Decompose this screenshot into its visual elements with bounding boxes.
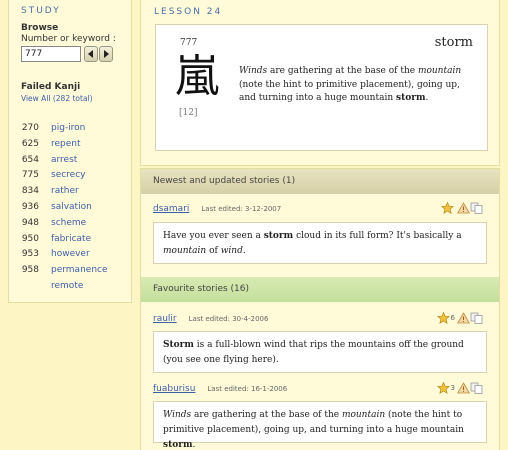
failed-kanji-link[interactable]: arrest xyxy=(51,153,77,169)
story-actions: 6 xyxy=(436,312,483,324)
warning-icon[interactable] xyxy=(457,312,470,324)
failed-kanji-link[interactable]: secrecy xyxy=(51,168,86,184)
frame-number: 777 xyxy=(180,38,198,48)
failed-kanji-number: 948 xyxy=(21,217,39,228)
stories-panel: Newest and updated stories (1) dsamari L… xyxy=(140,168,500,450)
arrow-left-icon xyxy=(88,50,93,58)
story-text: Have you ever seen a storm cloud in its … xyxy=(163,231,462,256)
star-icon[interactable] xyxy=(436,382,450,394)
failed-kanji-number: 834 xyxy=(21,186,39,197)
kanji-keyword: storm xyxy=(434,35,473,50)
warning-icon[interactable] xyxy=(457,382,470,394)
newest-stories-header: Newest and updated stories (1) xyxy=(141,169,499,194)
failed-kanji-number: 625 xyxy=(21,138,39,149)
story-edited-date: Last edited: 30-4-2006 xyxy=(188,315,269,323)
warning-icon[interactable] xyxy=(457,202,470,214)
failed-kanji-list: 270 pig-iron 625 repent 654 arrest 775 secrecy 8… xyxy=(21,121,131,279)
story-author-link[interactable]: dsamari xyxy=(153,204,189,214)
story-box: Winds are gathering at the base of the m… xyxy=(153,401,487,450)
view-all-link[interactable]: View All (282 total) xyxy=(21,94,131,103)
story-edited-date: Last edited: 3-12-2007 xyxy=(201,205,282,213)
number-keyword-label: Number or keyword : xyxy=(21,34,116,44)
failed-kanji-item: 953 however xyxy=(21,247,131,263)
failed-kanji-extra-link[interactable]: remote xyxy=(51,279,131,293)
star-count: 6 xyxy=(450,314,455,322)
story-text: Winds are gathering at the base of the m… xyxy=(163,410,464,450)
lesson-heading: LESSON 24 xyxy=(154,7,223,17)
sidebar-heading: STUDY xyxy=(21,6,61,16)
copy-icon[interactable] xyxy=(470,312,483,324)
star-icon[interactable] xyxy=(441,202,454,214)
story-box: Have you ever seen a storm cloud in its … xyxy=(153,222,487,264)
failed-kanji-item: 625 repent xyxy=(21,137,131,153)
kanji-character: 嵐 xyxy=(175,51,219,102)
failed-kanji-number: 936 xyxy=(21,201,39,212)
failed-kanji-heading: Failed Kanji xyxy=(21,82,81,92)
story-author-link[interactable]: raulir xyxy=(153,314,177,324)
failed-kanji-link[interactable]: permanence xyxy=(51,263,108,279)
copy-icon[interactable] xyxy=(470,382,483,394)
failed-kanji-link[interactable]: fabricate xyxy=(51,232,91,248)
sidebar: STUDY Browse Number or keyword : Failed … xyxy=(8,0,132,303)
failed-kanji-link[interactable]: pig-iron xyxy=(51,121,85,137)
failed-kanji-item: 834 rather xyxy=(21,184,131,200)
failed-kanji-number: 654 xyxy=(21,154,39,165)
story-text: Storm is a full-blown wind that rips the… xyxy=(163,340,464,365)
failed-kanji-link[interactable]: repent xyxy=(51,137,81,153)
story-box: Storm is a full-blown wind that rips the… xyxy=(153,331,487,373)
story-header: raulir Last edited: 30-4-2006 6 xyxy=(153,312,487,324)
arrow-right-icon xyxy=(104,50,109,58)
story-edited-date: Last edited: 16-1-2006 xyxy=(207,385,288,393)
failed-kanji-item: 270 pig-iron xyxy=(21,121,131,137)
story-actions xyxy=(441,202,483,214)
failed-kanji-number: 950 xyxy=(21,233,39,244)
story-actions: 3 xyxy=(436,382,483,394)
kanji-story: Winds are gathering at the base of the m… xyxy=(239,66,462,103)
star-count: 3 xyxy=(450,384,455,392)
failed-kanji-number: 953 xyxy=(21,249,39,260)
next-button[interactable] xyxy=(99,46,113,62)
failed-kanji-item: 948 scheme xyxy=(21,216,131,232)
kanji-card: 777 嵐 [12] storm Winds are gathering at … xyxy=(155,24,488,151)
browse-label: Browse xyxy=(21,23,59,33)
story-header: fuaburisu Last edited: 16-1-2006 3 xyxy=(153,382,487,394)
search-input[interactable] xyxy=(21,46,81,62)
copy-icon[interactable] xyxy=(470,202,483,214)
previous-button[interactable] xyxy=(84,46,98,62)
failed-kanji-link[interactable]: scheme xyxy=(51,216,86,232)
failed-kanji-number: 270 xyxy=(21,123,39,133)
browse-controls xyxy=(21,46,131,62)
failed-kanji-link[interactable]: rather xyxy=(51,184,79,200)
stroke-count: [12] xyxy=(179,108,198,118)
failed-kanji-item: 654 arrest xyxy=(21,153,131,169)
failed-kanji-link[interactable]: however xyxy=(51,247,90,263)
failed-kanji-number: 958 xyxy=(21,265,39,276)
failed-kanji-item: 775 secrecy xyxy=(21,168,131,184)
lesson-panel: LESSON 24 777 嵐 [12] storm Winds are gat… xyxy=(140,0,500,166)
failed-kanji-link[interactable]: salvation xyxy=(51,200,92,216)
failed-kanji-item: 950 fabricate xyxy=(21,232,131,248)
favourite-stories-header: Favourite stories (16) xyxy=(141,277,499,302)
failed-kanji-item: 936 salvation xyxy=(21,200,131,216)
star-icon[interactable] xyxy=(436,312,450,324)
failed-kanji-number: 775 xyxy=(21,170,39,181)
story-author-link[interactable]: fuaburisu xyxy=(153,384,195,394)
failed-kanji-item: 958 permanence xyxy=(21,263,131,279)
story-header: dsamari Last edited: 3-12-2007 xyxy=(153,202,487,214)
